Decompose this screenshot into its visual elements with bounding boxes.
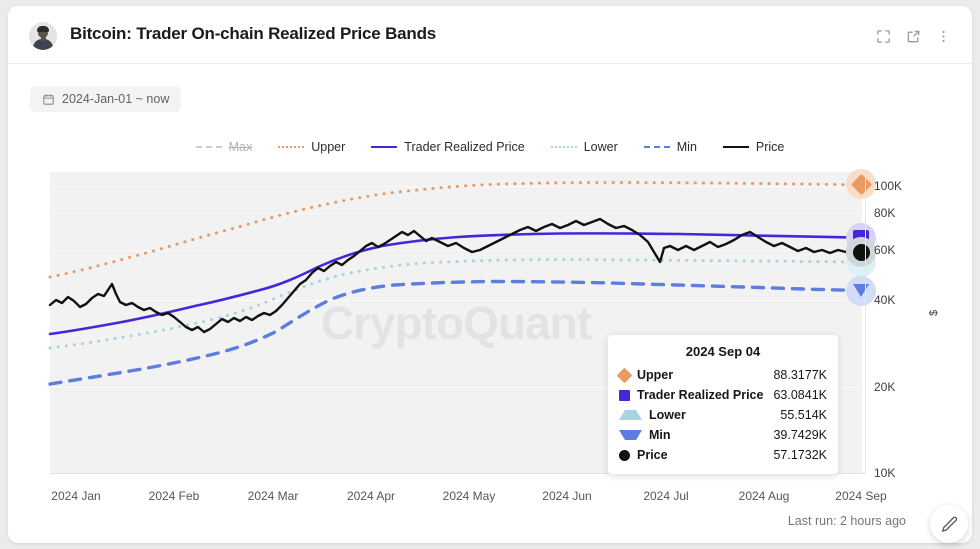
- legend-label-max: Max: [229, 140, 253, 154]
- y-axis-tick: 100K: [874, 179, 902, 193]
- legend-swatch-min: [644, 146, 670, 148]
- x-axis-tick: 2024 Apr: [347, 489, 395, 503]
- tooltip-label-trader-realized-price: Trader Realized Price: [637, 388, 763, 402]
- chart-card: Bitcoin: Trader On-chain Realized Price …: [8, 6, 972, 543]
- chart-tooltip: 2024 Sep 04 Upper 88.3177K Trader Realiz…: [607, 334, 839, 475]
- tooltip-label-upper: Upper: [637, 368, 673, 382]
- square-marker-icon: [619, 390, 630, 401]
- tooltip-value-price: 57.1732K: [773, 448, 827, 462]
- avatar: [29, 22, 57, 50]
- tooltip-value-min: 39.7429K: [773, 428, 827, 442]
- tooltip-row-price: Price 57.1732K: [619, 445, 827, 465]
- y-axis-tick: 40K: [874, 293, 895, 307]
- endpoint-marker-upper: [846, 169, 876, 199]
- y-axis-tick: 60K: [874, 243, 895, 257]
- triangle-down-marker-icon: [619, 430, 642, 440]
- legend-label-min: Min: [677, 140, 697, 154]
- pencil-icon: [940, 515, 959, 534]
- y-axis-tick: 80K: [874, 206, 895, 220]
- legend-swatch-max: [196, 146, 222, 148]
- x-axis-tick: 2024 Jun: [542, 489, 591, 503]
- legend-swatch-lower: [551, 146, 577, 148]
- y-axis-label: $: [928, 310, 940, 316]
- y-axis-tick: 20K: [874, 380, 895, 394]
- x-axis-tick: 2024 Aug: [739, 489, 790, 503]
- page-title: Bitcoin: Trader On-chain Realized Price …: [70, 24, 436, 44]
- y-axis-line: [865, 172, 866, 474]
- tooltip-value-trader-realized-price: 63.0841K: [773, 388, 827, 402]
- x-axis-tick: 2024 Feb: [149, 489, 200, 503]
- endpoint-marker-min: [846, 276, 876, 306]
- legend-item-price[interactable]: Price: [723, 140, 784, 154]
- external-link-icon[interactable]: [900, 23, 926, 49]
- legend-swatch-upper: [278, 146, 304, 148]
- circle-marker-icon: [619, 450, 630, 461]
- edit-button[interactable]: [930, 505, 968, 543]
- date-range-label: 2024-Jan-01 ~ now: [62, 92, 169, 106]
- chart-legend: Max Upper Trader Realized Price Lower Mi…: [8, 137, 972, 157]
- tooltip-row-upper: Upper 88.3177K: [619, 365, 827, 385]
- x-axis-tick: 2024 Jul: [643, 489, 688, 503]
- fullscreen-icon[interactable]: [870, 23, 896, 49]
- legend-swatch-price: [723, 146, 749, 148]
- tooltip-label-price: Price: [637, 448, 668, 462]
- more-options-icon[interactable]: [930, 23, 956, 49]
- diamond-marker-icon: [617, 367, 633, 383]
- x-axis-tick: 2024 Mar: [248, 489, 299, 503]
- calendar-icon: [42, 93, 55, 106]
- series-line-upper: [50, 183, 862, 278]
- legend-label-trader-realized-price: Trader Realized Price: [404, 140, 524, 154]
- legend-item-trader-realized-price[interactable]: Trader Realized Price: [371, 140, 524, 154]
- legend-swatch-trader-realized-price: [371, 146, 397, 148]
- tooltip-row-trader-realized-price: Trader Realized Price 63.0841K: [619, 385, 827, 405]
- legend-item-min[interactable]: Min: [644, 140, 697, 154]
- date-range-picker[interactable]: 2024-Jan-01 ~ now: [30, 86, 181, 112]
- x-axis-tick: 2024 Sep: [835, 489, 886, 503]
- legend-item-upper[interactable]: Upper: [278, 140, 345, 154]
- legend-item-lower[interactable]: Lower: [551, 140, 618, 154]
- legend-label-price: Price: [756, 140, 784, 154]
- tooltip-date: 2024 Sep 04: [619, 344, 827, 359]
- legend-label-lower: Lower: [584, 140, 618, 154]
- last-run-status: Last run: 2 hours ago: [788, 514, 906, 528]
- card-header: Bitcoin: Trader On-chain Realized Price …: [8, 6, 972, 64]
- tooltip-row-min: Min 39.7429K: [619, 425, 827, 445]
- tooltip-row-lower: Lower 55.514K: [619, 405, 827, 425]
- legend-label-upper: Upper: [311, 140, 345, 154]
- tooltip-label-min: Min: [649, 428, 671, 442]
- x-axis-tick: 2024 Jan: [51, 489, 100, 503]
- tooltip-value-upper: 88.3177K: [773, 368, 827, 382]
- legend-item-max[interactable]: Max: [196, 140, 253, 154]
- triangle-up-marker-icon: [619, 410, 642, 420]
- header-actions: [870, 24, 956, 48]
- tooltip-label-lower: Lower: [649, 408, 686, 422]
- x-axis-tick: 2024 May: [443, 489, 496, 503]
- tooltip-value-lower: 55.514K: [780, 408, 827, 422]
- endpoint-marker-price: [846, 237, 876, 267]
- y-axis-tick: 10K: [874, 466, 895, 480]
